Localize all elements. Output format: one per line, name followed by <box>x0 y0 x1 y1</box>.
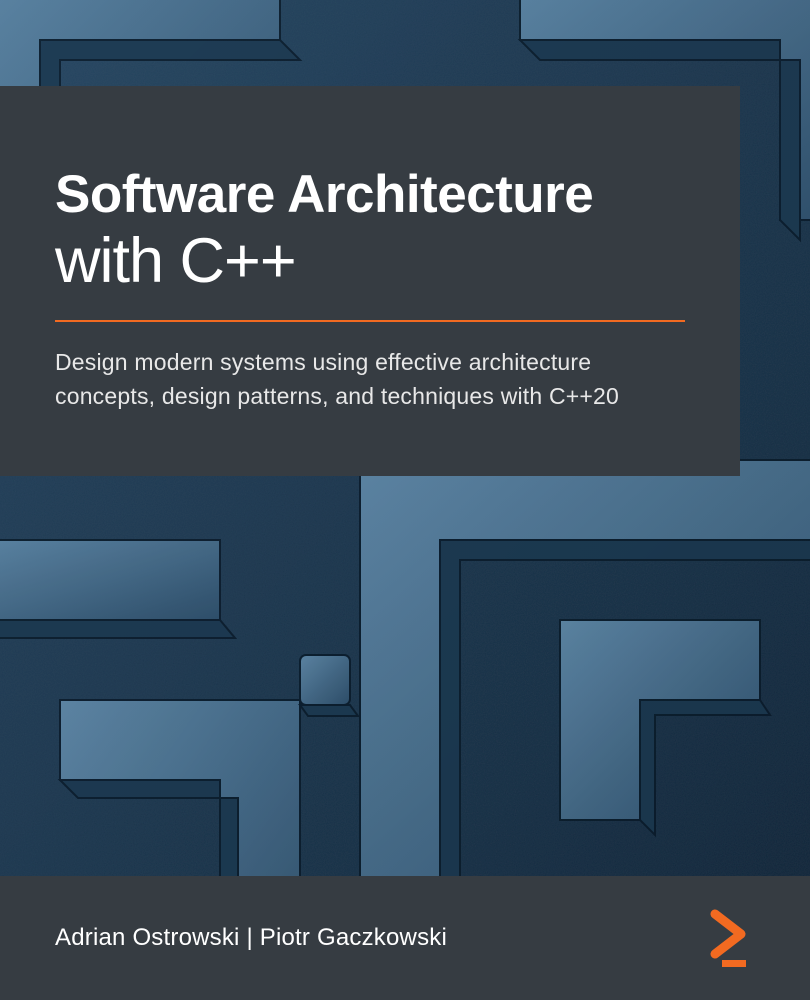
title-panel: Software Architecture with C++ Design mo… <box>0 86 740 476</box>
publisher-logo-icon <box>701 908 755 968</box>
book-cover: Software Architecture with C++ Design mo… <box>0 0 810 1000</box>
author-names: Adrian Ostrowski | Piotr Gaczkowski <box>55 924 447 952</box>
title-divider <box>55 320 685 322</box>
title-line-2: with C++ <box>55 228 685 294</box>
footer-bar: Adrian Ostrowski | Piotr Gaczkowski <box>0 876 810 1000</box>
title-line-1: Software Architecture <box>55 166 685 224</box>
book-title: Software Architecture with C++ <box>55 166 685 294</box>
book-subtitle: Design modern systems using effective ar… <box>55 346 685 413</box>
